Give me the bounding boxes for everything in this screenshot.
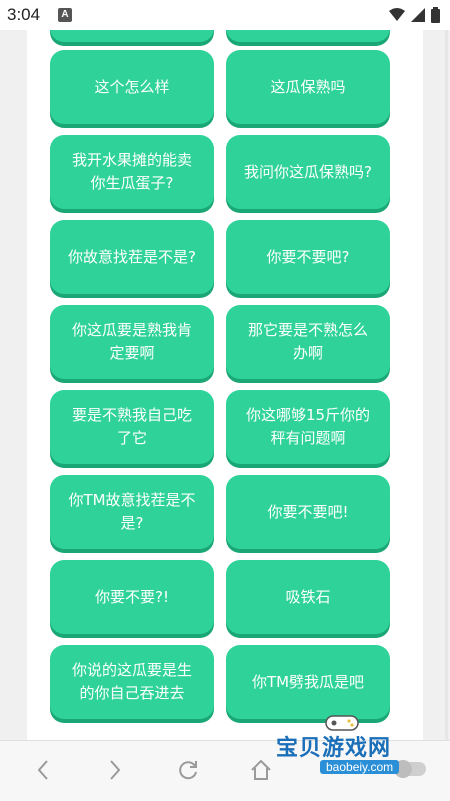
phrase-button-5[interactable]: 你故意找茬是不是?: [50, 220, 214, 294]
phrase-label: 你TM劈我瓜是吧: [251, 672, 365, 691]
phrase-label: 这个怎么样: [94, 77, 170, 96]
refresh-icon[interactable]: [173, 755, 203, 785]
button-grid-panel: 这个怎么样 这瓜保熟吗 我开水果摊的能卖你生瓜蛋子? 我问你这瓜保熟吗? 你故意…: [27, 30, 423, 740]
phrase-button-10[interactable]: 你这哪够15斤你的秤有问题啊: [226, 390, 390, 464]
phrase-label: 你TM故意找茬是不是?: [68, 491, 196, 532]
watermark-title: 宝贝游戏网: [276, 736, 392, 761]
forward-icon[interactable]: [100, 755, 130, 785]
status-time: 3:04: [7, 5, 41, 24]
phrase-label: 你这哪够15斤你的秤有问题啊: [245, 406, 371, 447]
phrase-label: 要是不熟我自己吃了它: [71, 406, 192, 447]
phrase-button-7[interactable]: 你这瓜要是熟我肯定要啊: [50, 305, 214, 379]
phrase-label: 我开水果摊的能卖你生瓜蛋子?: [71, 151, 192, 192]
phrase-label: 这瓜保熟吗: [270, 77, 346, 96]
partial-button-left[interactable]: [50, 30, 214, 42]
phrase-label: 你故意找茬是不是?: [68, 247, 196, 266]
phrase-label: 吸铁石: [285, 587, 331, 606]
notification-badge: A: [58, 8, 72, 22]
phrase-button-15[interactable]: 你说的这瓜要是生的你自己吞进去: [50, 645, 214, 719]
wifi-icon: [389, 8, 405, 21]
phrase-label: 你这瓜要是熟我肯定要啊: [71, 321, 192, 362]
partial-button-right[interactable]: [226, 30, 390, 42]
status-icons: [389, 7, 440, 23]
phrase-button-6[interactable]: 你要不要吧?: [226, 220, 390, 294]
watermark-logo: 宝贝游戏网 baobeiy.com: [272, 712, 432, 782]
phrase-button-11[interactable]: 你TM故意找茬是不是?: [50, 475, 214, 549]
phrase-label: 我问你这瓜保熟吗?: [244, 162, 372, 181]
phrase-button-12[interactable]: 你要不要吧!: [226, 475, 390, 549]
phrase-button-14[interactable]: 吸铁石: [226, 560, 390, 634]
scrollbar[interactable]: [445, 30, 448, 740]
back-icon[interactable]: [28, 755, 58, 785]
phrase-button-16[interactable]: 你TM劈我瓜是吧: [226, 645, 390, 719]
phrase-label: 你要不要吧?: [266, 247, 350, 266]
phrase-label: 那它要是不熟怎么办啊: [247, 321, 368, 362]
phrase-button-1[interactable]: 这个怎么样: [50, 50, 214, 124]
phrase-label: 你说的这瓜要是生的你自己吞进去: [71, 661, 192, 702]
phrase-button-8[interactable]: 那它要是不熟怎么办啊: [226, 305, 390, 379]
signal-icon: [411, 8, 425, 22]
web-page: 这个怎么样 这瓜保熟吗 我开水果摊的能卖你生瓜蛋子? 我问你这瓜保熟吗? 你故意…: [0, 30, 450, 740]
phrase-label: 你要不要?!: [95, 587, 169, 606]
battery-icon: [431, 7, 440, 23]
phrase-button-13[interactable]: 你要不要?!: [50, 560, 214, 634]
phrase-button-9[interactable]: 要是不熟我自己吃了它: [50, 390, 214, 464]
status-bar: 3:04 A: [0, 0, 450, 30]
phrase-button-2[interactable]: 这瓜保熟吗: [226, 50, 390, 124]
phrase-button-4[interactable]: 我问你这瓜保熟吗?: [226, 135, 390, 209]
watermark-url: baobeiy.com: [320, 760, 400, 774]
phrase-button-3[interactable]: 我开水果摊的能卖你生瓜蛋子?: [50, 135, 214, 209]
phrase-label: 你要不要吧!: [267, 502, 349, 521]
